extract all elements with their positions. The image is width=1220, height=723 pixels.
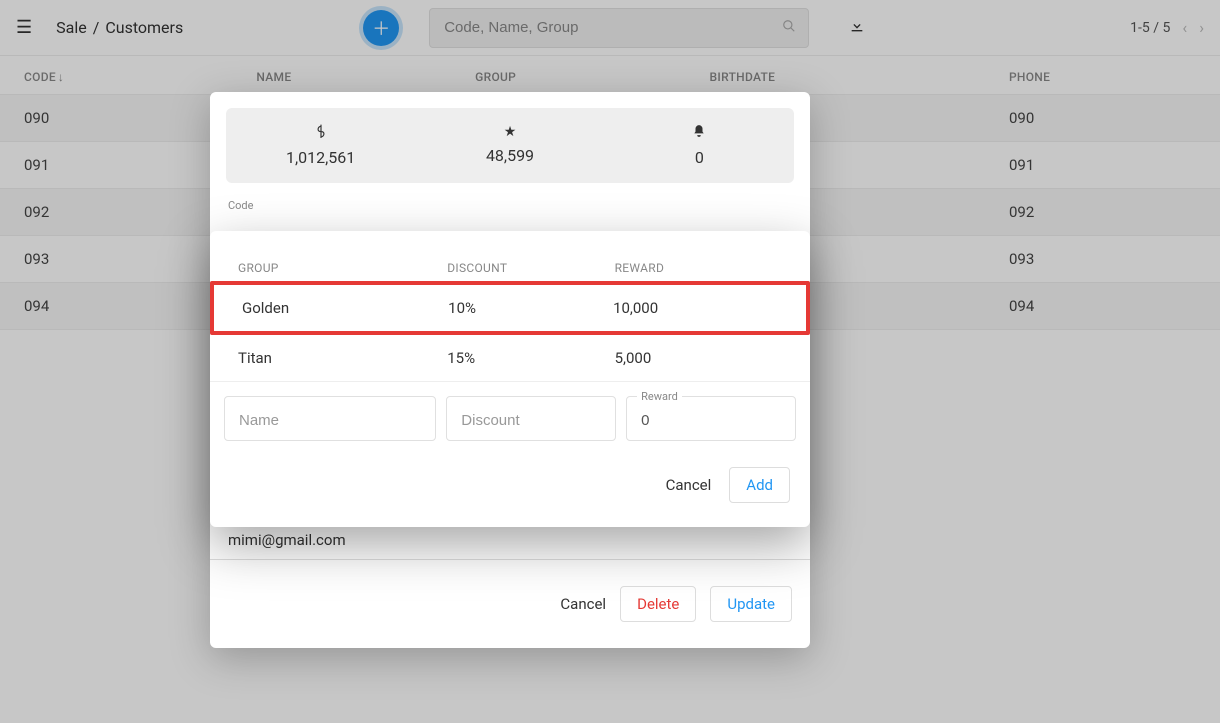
group-cell-group: Golden	[242, 299, 448, 317]
group-col-group: GROUP	[238, 261, 447, 275]
email-value: mimi@gmail.com	[228, 531, 792, 549]
dollar-icon	[226, 124, 415, 142]
stat-revenue: 1,012,561	[226, 124, 415, 167]
group-cell-discount: 15%	[447, 349, 614, 367]
group-cell-reward: 5,000	[615, 349, 782, 367]
update-button[interactable]: Update	[710, 586, 792, 622]
group-cell-reward: 10,000	[613, 299, 778, 317]
group-reward-label: Reward	[637, 390, 682, 403]
stat-points-value: 48,599	[415, 146, 604, 165]
group-cell-group: Titan	[238, 349, 447, 367]
group-add-form: Reward	[210, 382, 810, 441]
group-cancel-button[interactable]: Cancel	[666, 476, 712, 494]
stat-alerts: 0	[605, 124, 794, 167]
group-dialog-actions: Cancel Add	[210, 441, 810, 503]
group-col-reward: REWARD	[615, 261, 782, 275]
group-name-input[interactable]	[237, 411, 423, 430]
group-discount-input-wrap[interactable]	[446, 396, 616, 441]
group-dialog: GROUP DISCOUNT REWARD Golden10%10,000Tit…	[210, 231, 810, 527]
stat-alerts-value: 0	[605, 148, 794, 167]
group-cell-discount: 10%	[448, 299, 613, 317]
star-icon: ★	[415, 124, 604, 140]
group-row[interactable]: Golden10%10,000	[210, 281, 810, 335]
cancel-button[interactable]: Cancel	[560, 595, 606, 613]
code-label: Code	[210, 199, 810, 212]
delete-button[interactable]: Delete	[620, 586, 696, 622]
group-reward-input[interactable]	[639, 411, 783, 430]
group-reward-input-wrap[interactable]: Reward	[626, 396, 796, 441]
stat-points: ★ 48,599	[415, 124, 604, 167]
group-add-button[interactable]: Add	[729, 467, 790, 503]
group-row[interactable]: Titan15%5,000	[210, 335, 810, 382]
group-discount-input[interactable]	[459, 411, 603, 430]
stats-card: 1,012,561 ★ 48,599 0	[226, 108, 794, 183]
stat-revenue-value: 1,012,561	[226, 148, 415, 167]
group-name-input-wrap[interactable]	[224, 396, 436, 441]
bell-icon	[605, 124, 794, 142]
group-table-header: GROUP DISCOUNT REWARD	[210, 255, 810, 281]
customer-dialog-actions: Cancel Delete Update	[210, 568, 810, 628]
group-col-discount: DISCOUNT	[447, 261, 614, 275]
